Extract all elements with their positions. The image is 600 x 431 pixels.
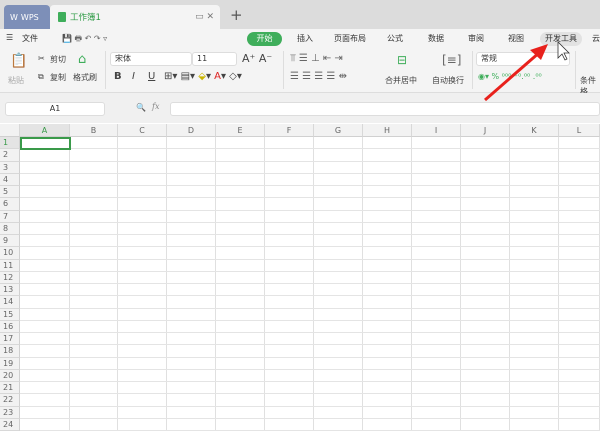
mouse-cursor-icon [557,41,570,61]
red-arrow [484,50,541,102]
annotation-layer [484,41,570,102]
